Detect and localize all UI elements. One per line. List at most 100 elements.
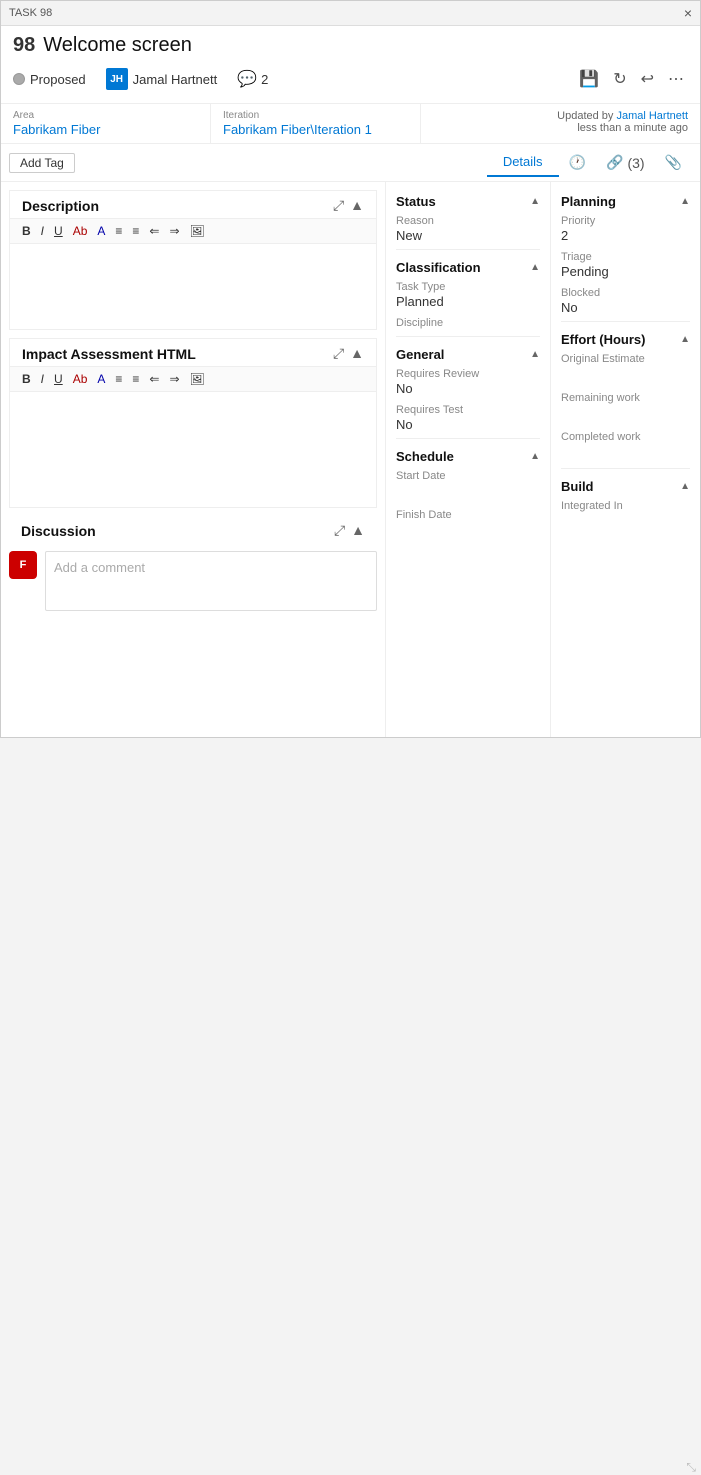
impact-font-color-button[interactable]: A [93, 371, 109, 387]
impact-outdent-button[interactable]: ⇐ [145, 371, 163, 387]
finish-date-value[interactable] [396, 522, 540, 540]
image-button[interactable]: 🖼 [186, 223, 209, 239]
requires-review-label: Requires Review [396, 368, 540, 380]
resize-handle[interactable]: ⤡ [686, 1460, 696, 1475]
description-textarea[interactable] [10, 244, 376, 324]
requires-test-value[interactable]: No [396, 417, 540, 432]
indent-button[interactable]: ⇒ [165, 223, 183, 239]
left-panel: Description ⤢ ▲ B I U Ab A ≡ ≡ ⇐ ⇒ � [1, 182, 386, 737]
impact-ul-button[interactable]: ≡ [111, 371, 126, 387]
general-title: General [396, 347, 444, 362]
status-badge[interactable]: Proposed [13, 72, 86, 87]
highlight-button[interactable]: Ab [69, 223, 92, 239]
planning-section-header[interactable]: Planning ▲ [551, 188, 700, 213]
general-section-header[interactable]: General ▲ [386, 341, 550, 366]
classification-section-header[interactable]: Classification ▲ [386, 254, 550, 279]
original-estimate-field: Original Estimate [551, 351, 700, 390]
comment-placeholder: Add a comment [54, 560, 145, 575]
comments-count: 2 [261, 72, 268, 87]
discussion-collapse-icon[interactable]: ▲ [351, 522, 365, 539]
middle-panel: Status ▲ Reason New Classification ▲ Tas… [386, 182, 551, 737]
save-icon[interactable]: 💾 [575, 67, 603, 91]
expand-icon[interactable]: ⤢ [333, 197, 344, 214]
task-number: 98 [13, 34, 35, 57]
impact-icons: ⤢ ▲ [333, 345, 364, 362]
impact-italic-button[interactable]: I [37, 371, 48, 387]
right-panel: Planning ▲ Priority 2 Triage Pending Blo… [551, 182, 700, 737]
triage-value[interactable]: Pending [561, 264, 690, 279]
requires-test-field: Requires Test No [386, 402, 550, 438]
link-icon: 🔗 [606, 154, 623, 171]
undo-icon[interactable]: ↩ [637, 67, 658, 91]
remaining-work-value[interactable] [561, 405, 690, 423]
discussion-section: Discussion ⤢ ▲ F Add a comment [9, 516, 377, 611]
impact-highlight-button[interactable]: Ab [69, 371, 92, 387]
main-content: Description ⤢ ▲ B I U Ab A ≡ ≡ ⇐ ⇒ � [1, 182, 700, 737]
status-section-header[interactable]: Status ▲ [386, 188, 550, 213]
tab-attachments[interactable]: 📎 [655, 148, 692, 177]
iteration-value[interactable]: Fabrikam Fiber\Iteration 1 [223, 122, 408, 137]
task-type-value[interactable]: Planned [396, 294, 540, 309]
bold-button[interactable]: B [18, 223, 35, 239]
discussion-icons: ⤢ ▲ [334, 522, 365, 539]
task-type-field: Task Type Planned [386, 279, 550, 315]
completed-work-label: Completed work [561, 431, 690, 443]
tab-clock[interactable]: 🕐 [559, 148, 596, 177]
add-tag-button[interactable]: Add Tag [9, 153, 75, 173]
classification-section: Classification ▲ Task Type Planned Disci… [386, 254, 550, 337]
planning-section: Planning ▲ Priority 2 Triage Pending Blo… [551, 188, 700, 322]
general-section: General ▲ Requires Review No Requires Te… [386, 341, 550, 439]
impact-ol-button[interactable]: ≡ [128, 371, 143, 387]
refresh-icon[interactable]: ↻ [609, 67, 630, 91]
effort-section: Effort (Hours) ▲ Original Estimate Remai… [551, 326, 700, 469]
underline-button[interactable]: U [50, 223, 67, 239]
comment-icon: 💬 [237, 69, 257, 89]
start-date-value[interactable] [396, 483, 540, 501]
status-divider [396, 249, 540, 250]
area-value[interactable]: Fabrikam Fiber [13, 122, 198, 137]
title-bar: TASK 98 × [1, 1, 700, 26]
tab-row: Details 🕐 🔗 (3) 📎 [487, 148, 692, 177]
more-icon[interactable]: ⋯ [664, 67, 688, 91]
finish-date-field: Finish Date [386, 507, 550, 546]
assignee-field[interactable]: JH Jamal Hartnett [106, 68, 218, 90]
schedule-section-header[interactable]: Schedule ▲ [386, 443, 550, 468]
effort-collapse-icon: ▲ [680, 334, 690, 345]
requires-test-label: Requires Test [396, 404, 540, 416]
original-estimate-value[interactable] [561, 366, 690, 384]
ul-button[interactable]: ≡ [111, 223, 126, 239]
completed-work-value[interactable] [561, 444, 690, 462]
italic-button[interactable]: I [37, 223, 48, 239]
collapse-icon[interactable]: ▲ [350, 197, 364, 214]
clock-icon: 🕐 [569, 154, 586, 171]
updated-when: less than a minute ago [577, 122, 688, 134]
impact-collapse-icon[interactable]: ▲ [350, 345, 364, 362]
impact-expand-icon[interactable]: ⤢ [333, 345, 344, 362]
integrated-in-value[interactable] [561, 513, 690, 531]
requires-review-value[interactable]: No [396, 381, 540, 396]
reason-value[interactable]: New [396, 228, 540, 243]
discussion-expand-icon[interactable]: ⤢ [334, 522, 345, 539]
effort-section-header[interactable]: Effort (Hours) ▲ [551, 326, 700, 351]
impact-indent-button[interactable]: ⇒ [165, 371, 183, 387]
impact-underline-button[interactable]: U [50, 371, 67, 387]
font-color-button[interactable]: A [93, 223, 109, 239]
impact-bold-button[interactable]: B [18, 371, 35, 387]
blocked-value[interactable]: No [561, 300, 690, 315]
ol-button[interactable]: ≡ [128, 223, 143, 239]
build-section-header[interactable]: Build ▲ [551, 473, 700, 498]
start-date-field: Start Date [386, 468, 550, 507]
impact-image-button[interactable]: 🖼 [186, 371, 209, 387]
close-button[interactable]: × [684, 5, 692, 21]
meta-bar: Proposed JH Jamal Hartnett 💬 2 💾 ↻ ↩ ⋯ [13, 67, 688, 91]
outdent-button[interactable]: ⇐ [145, 223, 163, 239]
comment-input[interactable]: Add a comment [45, 551, 377, 611]
priority-value[interactable]: 2 [561, 228, 690, 243]
area-iteration-row: Area Fabrikam Fiber Iteration Fabrikam F… [1, 104, 700, 144]
general-divider [396, 438, 540, 439]
impact-textarea[interactable] [10, 392, 376, 502]
iteration-label: Iteration [223, 110, 408, 121]
tab-details[interactable]: Details [487, 148, 559, 177]
comment-badge[interactable]: 💬 2 [237, 69, 268, 89]
tab-links[interactable]: 🔗 (3) [596, 148, 655, 177]
